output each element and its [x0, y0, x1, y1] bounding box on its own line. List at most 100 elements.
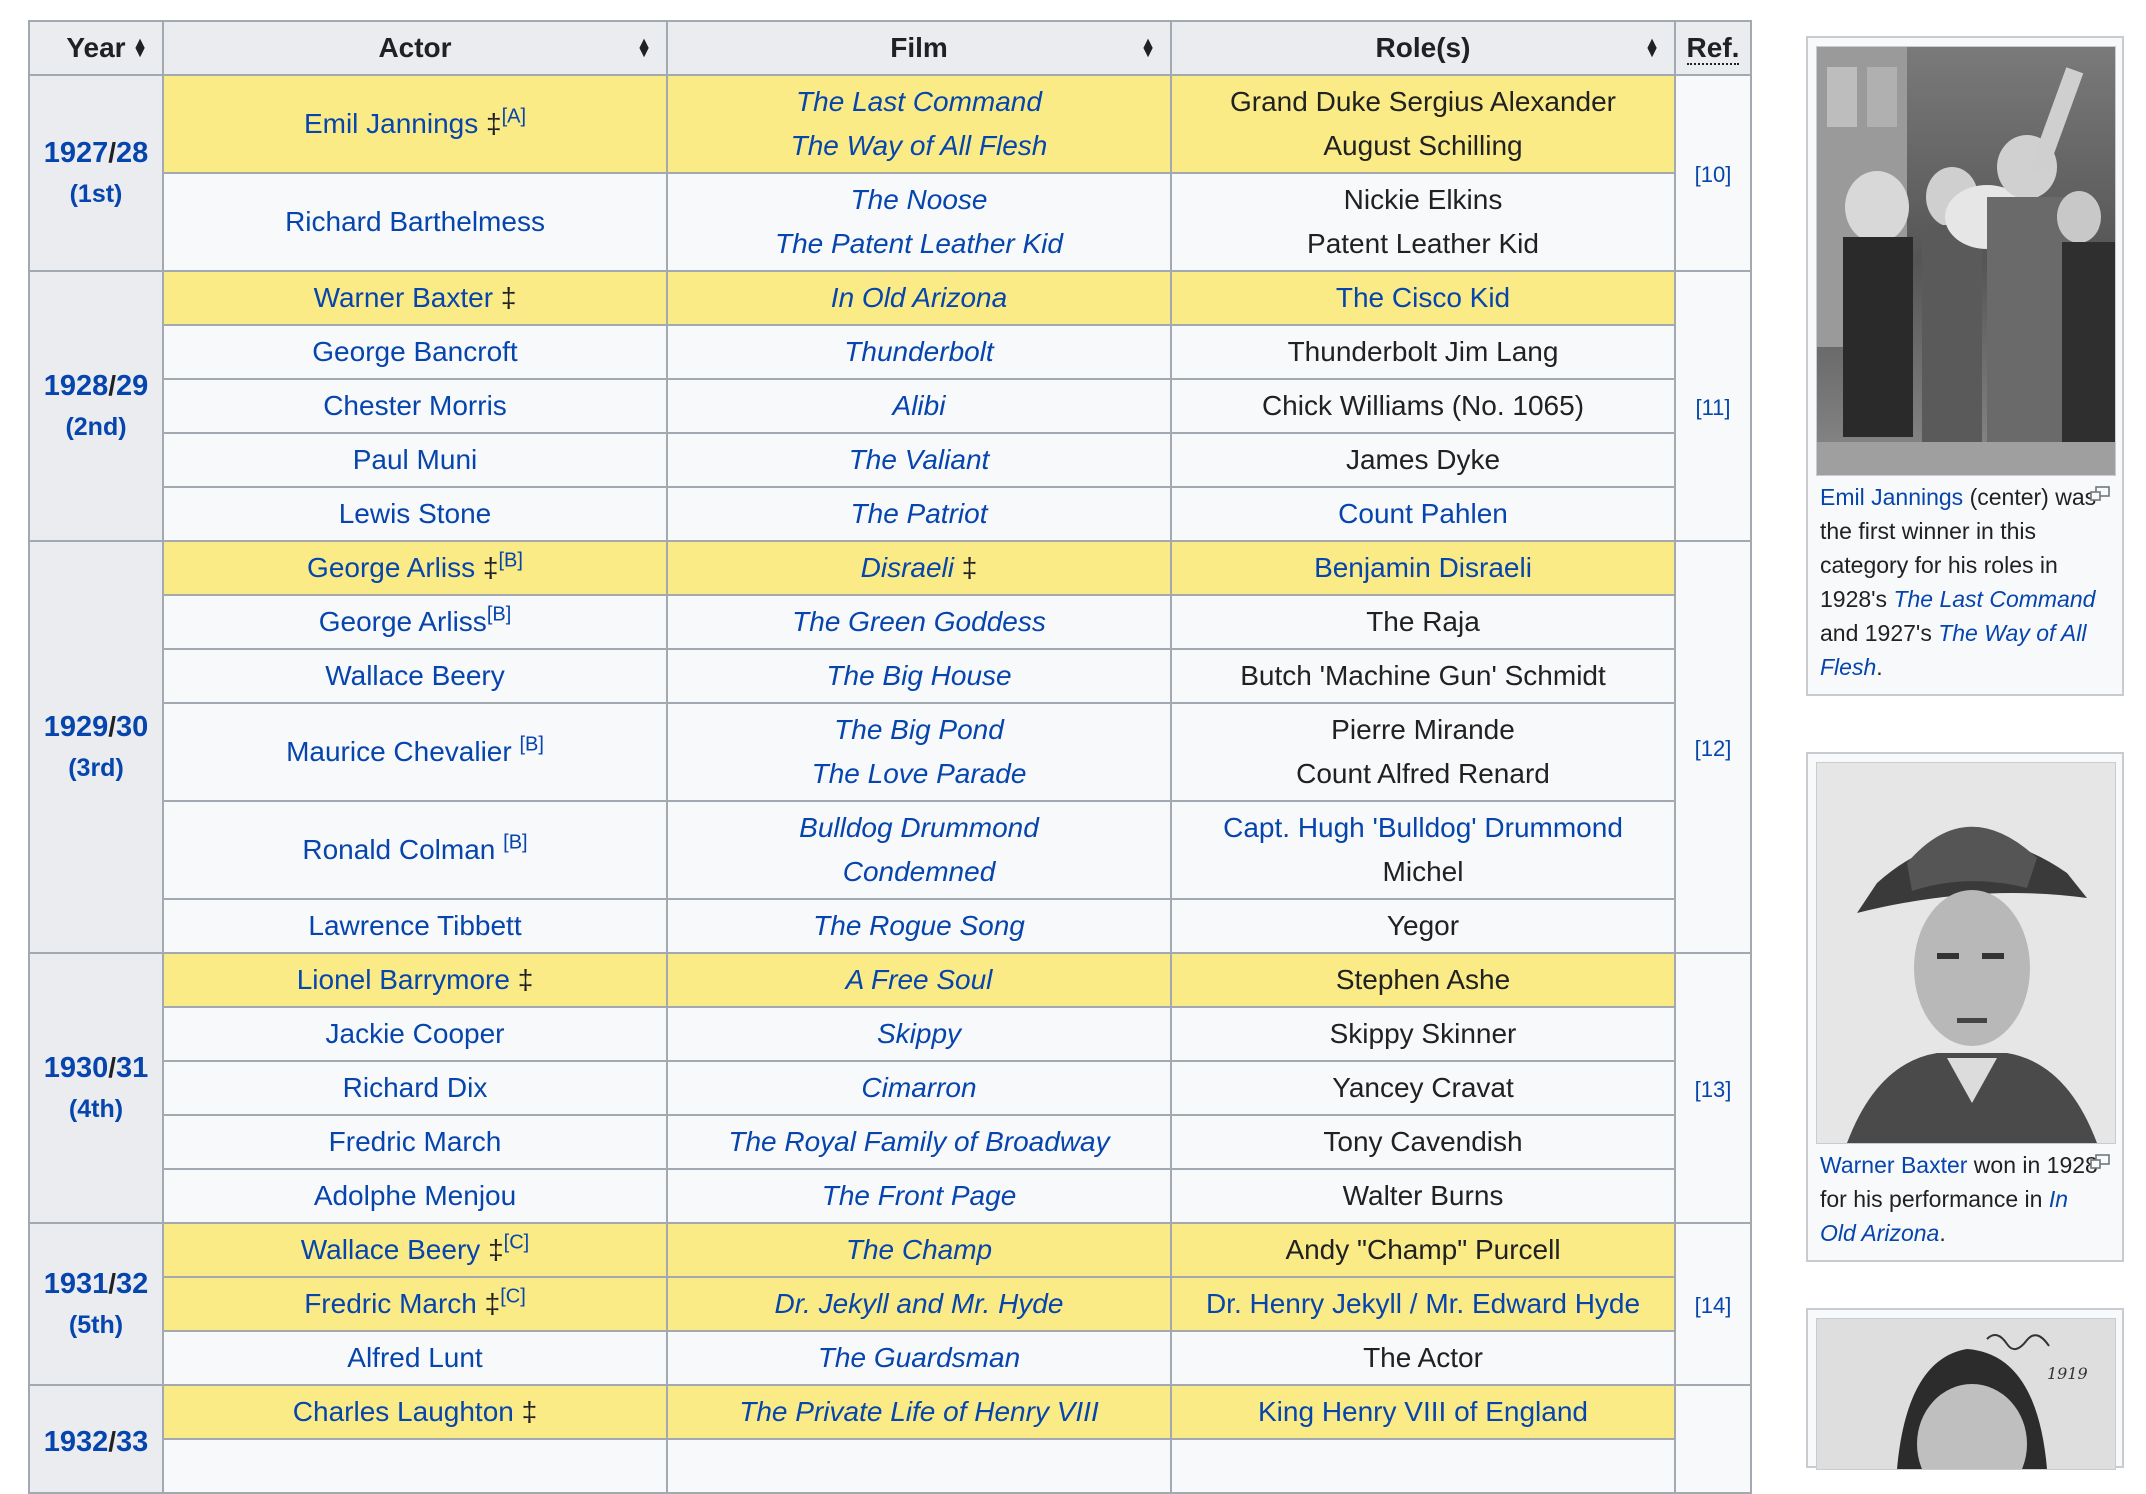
film-link[interactable]: The Guardsman	[818, 1342, 1020, 1373]
caption-link[interactable]: Emil Jannings	[1820, 484, 1963, 510]
actor-link[interactable]: Fredric March	[304, 1288, 477, 1319]
film-link[interactable]: The Rogue Song	[813, 910, 1025, 941]
film-link[interactable]: The Green Goddess	[792, 606, 1046, 637]
year-link[interactable]: 28	[116, 137, 148, 169]
actor-link[interactable]: Richard Barthelmess	[285, 206, 545, 237]
ceremony-link[interactable]: (5th)	[69, 1311, 123, 1339]
year-link[interactable]: 29	[116, 370, 148, 402]
role-link[interactable]: Dr. Henry Jekyll / Mr. Edward Hyde	[1206, 1288, 1640, 1319]
film-link[interactable]: The Valiant	[849, 444, 990, 475]
film-link[interactable]: The Love Parade	[674, 752, 1164, 796]
sort-icon[interactable]: ▲ ▼	[1644, 36, 1660, 61]
photo-signed-portrait[interactable]: 1919	[1816, 1318, 2116, 1470]
film-link[interactable]: The Big House	[826, 660, 1011, 691]
actor-link[interactable]: Jackie Cooper	[326, 1018, 505, 1049]
actor-link[interactable]: Paul Muni	[353, 444, 478, 475]
film-link[interactable]: The Patent Leather Kid	[674, 222, 1164, 266]
role-link[interactable]: Count Pahlen	[1338, 498, 1508, 529]
actor-link[interactable]: Lewis Stone	[339, 498, 492, 529]
sort-icon[interactable]: ▲ ▼	[636, 36, 652, 61]
year-link[interactable]: 31	[116, 1052, 148, 1084]
role-link[interactable]: King Henry VIII of England	[1258, 1396, 1588, 1427]
year-link[interactable]: 1929	[44, 711, 109, 743]
year-link[interactable]: 1927	[44, 137, 109, 169]
photo-warner-baxter[interactable]	[1816, 762, 2116, 1144]
role-link[interactable]: Benjamin Disraeli	[1314, 552, 1532, 583]
film-link[interactable]: In Old Arizona	[831, 282, 1007, 313]
reference-link[interactable]: [14]	[1695, 1293, 1732, 1318]
actor-link[interactable]: Alfred Lunt	[347, 1342, 482, 1373]
year-link[interactable]: 30	[116, 711, 148, 743]
actor-link[interactable]: Chester Morris	[323, 390, 507, 421]
film-link[interactable]: A Free Soul	[846, 964, 993, 995]
actor-link[interactable]: Emil Jannings	[304, 108, 478, 139]
actor-link[interactable]: Warner Baxter	[314, 282, 493, 313]
ceremony-link[interactable]: (1st)	[70, 180, 123, 208]
role-link[interactable]: Capt. Hugh 'Bulldog' Drummond	[1178, 806, 1668, 850]
year-link[interactable]: 1928	[44, 370, 109, 402]
film-link[interactable]: The Way of All Flesh	[674, 124, 1164, 168]
actor-link[interactable]: Lawrence Tibbett	[308, 910, 521, 941]
film-link[interactable]: The Big Pond	[674, 708, 1164, 752]
caption-link[interactable]: Warner Baxter	[1820, 1152, 1967, 1178]
enlarge-icon[interactable]	[2090, 486, 2110, 502]
film-link[interactable]: Thunderbolt	[844, 336, 993, 367]
actor-link[interactable]: Lionel Barrymore	[297, 964, 510, 995]
footnote-link[interactable]: [C]	[504, 1232, 530, 1254]
reference-link[interactable]: [12]	[1695, 736, 1732, 761]
actor-link[interactable]: George Bancroft	[312, 336, 517, 367]
actor-link[interactable]: Fredric March	[329, 1126, 502, 1157]
enlarge-icon[interactable]	[2090, 1154, 2110, 1170]
sort-icon[interactable]: ▲ ▼	[132, 36, 148, 61]
table-row: Fredric March ‡[C] Dr. Jekyll and Mr. Hy…	[29, 1276, 1751, 1332]
film-link[interactable]: The Royal Family of Broadway	[728, 1126, 1109, 1157]
year-link[interactable]: 1932	[44, 1426, 109, 1458]
film-link[interactable]: The Noose	[674, 178, 1164, 222]
photo-emil-jannings[interactable]	[1816, 46, 2116, 476]
film-link[interactable]: Dr. Jekyll and Mr. Hyde	[775, 1288, 1064, 1319]
footnote-link[interactable]: [B]	[503, 832, 527, 854]
film-link[interactable]: Condemned	[674, 850, 1164, 894]
film-link[interactable]: Skippy	[877, 1018, 961, 1049]
film-link[interactable]: The Front Page	[822, 1180, 1017, 1211]
ceremony-link[interactable]: (3rd)	[68, 754, 124, 782]
footnote-link[interactable]: [A]	[502, 106, 526, 128]
footnote-link[interactable]: [B]	[487, 604, 511, 626]
caption-film-link[interactable]: The Last Command	[1893, 586, 2095, 612]
actor-link[interactable]: Wallace Beery	[301, 1234, 480, 1265]
film-link[interactable]: Disraeli	[861, 552, 954, 583]
column-header-actor[interactable]: Actor ▲ ▼	[162, 20, 668, 76]
actor-link[interactable]: Charles Laughton	[293, 1396, 514, 1427]
year-link[interactable]: 33	[116, 1426, 148, 1458]
film-link[interactable]: Alibi	[893, 390, 946, 421]
footnote-link[interactable]: [B]	[498, 550, 522, 572]
year-link[interactable]: 1930	[44, 1052, 109, 1084]
role-link[interactable]: The Cisco Kid	[1336, 282, 1510, 313]
footnote-link[interactable]: [C]	[500, 1286, 526, 1308]
reference-link[interactable]: [13]	[1695, 1077, 1732, 1102]
actor-link[interactable]: Adolphe Menjou	[314, 1180, 516, 1211]
column-header-roles[interactable]: Role(s) ▲ ▼	[1170, 20, 1676, 76]
film-link[interactable]: Bulldog Drummond	[674, 806, 1164, 850]
actor-link[interactable]: Ronald Colman	[302, 834, 495, 865]
ceremony-link[interactable]: (2nd)	[65, 413, 126, 441]
actor-link[interactable]: Wallace Beery	[325, 660, 504, 691]
sort-icon[interactable]: ▲ ▼	[1140, 36, 1156, 61]
actor-link[interactable]: George Arliss	[319, 606, 487, 637]
film-link[interactable]: The Private Life of Henry VIII	[739, 1396, 1099, 1427]
film-link[interactable]: The Last Command	[674, 80, 1164, 124]
reference-link[interactable]: [10]	[1695, 162, 1732, 187]
year-link[interactable]: 32	[116, 1268, 148, 1300]
footnote-link[interactable]: [B]	[519, 734, 543, 756]
column-header-film[interactable]: Film ▲ ▼	[666, 20, 1172, 76]
film-link[interactable]: The Patriot	[851, 498, 988, 529]
actor-link[interactable]: Richard Dix	[343, 1072, 488, 1103]
film-link[interactable]: Cimarron	[861, 1072, 976, 1103]
ceremony-link[interactable]: (4th)	[69, 1095, 123, 1123]
year-link[interactable]: 1931	[44, 1268, 109, 1300]
reference-link[interactable]: [11]	[1695, 395, 1730, 420]
actor-link[interactable]: George Arliss	[307, 552, 475, 583]
column-header-year[interactable]: Year ▲ ▼	[28, 20, 164, 76]
film-link[interactable]: The Champ	[846, 1234, 992, 1265]
actor-link[interactable]: Maurice Chevalier	[286, 736, 512, 767]
